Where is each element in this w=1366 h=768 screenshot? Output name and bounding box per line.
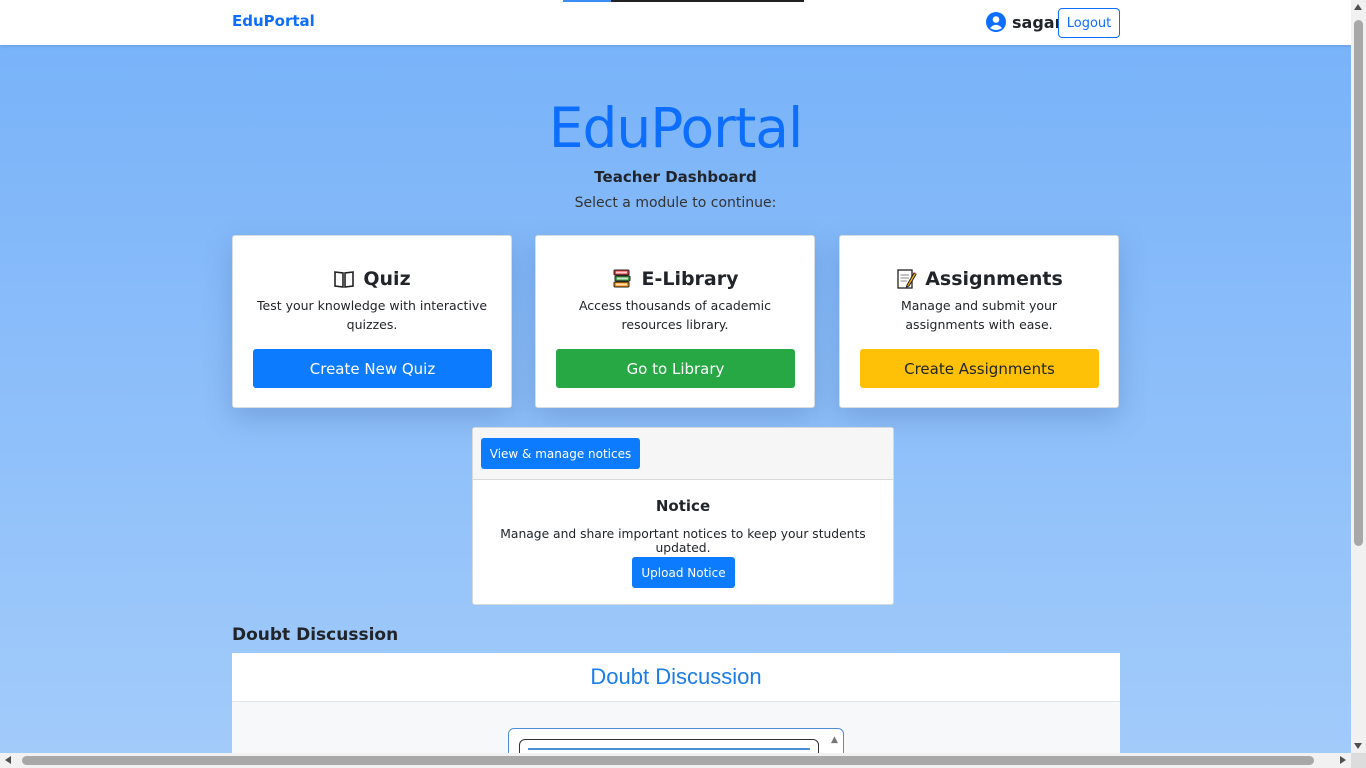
vertical-scroll-thumb[interactable] [1354, 20, 1363, 546]
vertical-scrollbar[interactable] [1351, 0, 1366, 753]
open-book-icon [334, 271, 355, 288]
memo-icon [897, 269, 917, 289]
books-icon [613, 269, 631, 288]
doubt-input-border [528, 748, 810, 750]
notice-title: Notice [655, 497, 711, 515]
doubt-section-heading: Doubt Discussion [232, 625, 399, 645]
horizontal-scrollbar[interactable] [0, 753, 1351, 768]
doubt-panel-title: Doubt Discussion [232, 653, 1120, 702]
user-info: sagar [986, 12, 1062, 32]
assignments-title-text: Assignments [925, 268, 1063, 290]
scroll-left-arrow-icon[interactable] [5, 756, 11, 764]
logout-button[interactable]: Logout [1058, 8, 1120, 38]
assignments-card-title: Assignments [840, 268, 1118, 290]
page-viewport: EduPortal sagar Logout EduPortal Teacher… [0, 0, 1351, 753]
library-description: Access thousands of academic resources l… [578, 298, 772, 332]
loading-progress-fill [563, 0, 612, 2]
user-circle-icon [986, 12, 1006, 32]
assignments-description: Manage and submit your assignments with … [900, 298, 1058, 332]
username: sagar [1012, 12, 1063, 32]
top-navbar: EduPortal sagar Logout [0, 0, 1351, 45]
library-title-text: E-Library [641, 268, 739, 290]
create-assignments-button[interactable]: Create Assignments [860, 349, 1099, 388]
doubt-input-box[interactable] [519, 739, 819, 753]
notice-card: View & manage notices Notice Manage and … [472, 427, 894, 605]
quiz-description: Test your knowledge with interactive qui… [257, 298, 488, 332]
loading-progress-bar [563, 0, 804, 2]
library-card-title: E-Library [536, 268, 814, 290]
scroll-down-arrow-icon[interactable] [1354, 743, 1362, 749]
page-title: EduPortal [548, 96, 804, 160]
notice-card-header: View & manage notices [473, 428, 893, 480]
brand-link[interactable]: EduPortal [232, 12, 315, 30]
dashboard-subtitle: Teacher Dashboard [594, 168, 757, 186]
quiz-title-text: Quiz [363, 268, 411, 290]
library-card: E-Library Access thousands of academic r… [535, 235, 815, 408]
quiz-card: Quiz Test your knowledge with interactiv… [232, 235, 512, 408]
scroll-up-arrow-icon[interactable] [1354, 4, 1362, 10]
horizontal-scroll-thumb[interactable] [22, 756, 1314, 765]
go-to-library-button[interactable]: Go to Library [556, 349, 795, 388]
create-quiz-button[interactable]: Create New Quiz [253, 349, 492, 388]
notice-description: Manage and share important notices to ke… [500, 527, 866, 555]
doubt-discussion-panel: Doubt Discussion ▲ [232, 653, 1120, 753]
frame-scroll-up-icon[interactable]: ▲ [831, 735, 838, 745]
quiz-card-title: Quiz [233, 268, 511, 290]
scrollbar-corner [1351, 753, 1366, 768]
doubt-embed-frame[interactable]: ▲ [508, 728, 844, 753]
assignments-card: Assignments Manage and submit your assig… [839, 235, 1119, 408]
module-instruction: Select a module to continue: [574, 195, 777, 211]
view-manage-notices-button[interactable]: View & manage notices [481, 438, 640, 469]
scroll-right-arrow-icon[interactable] [1340, 756, 1346, 764]
upload-notice-button[interactable]: Upload Notice [632, 557, 735, 588]
